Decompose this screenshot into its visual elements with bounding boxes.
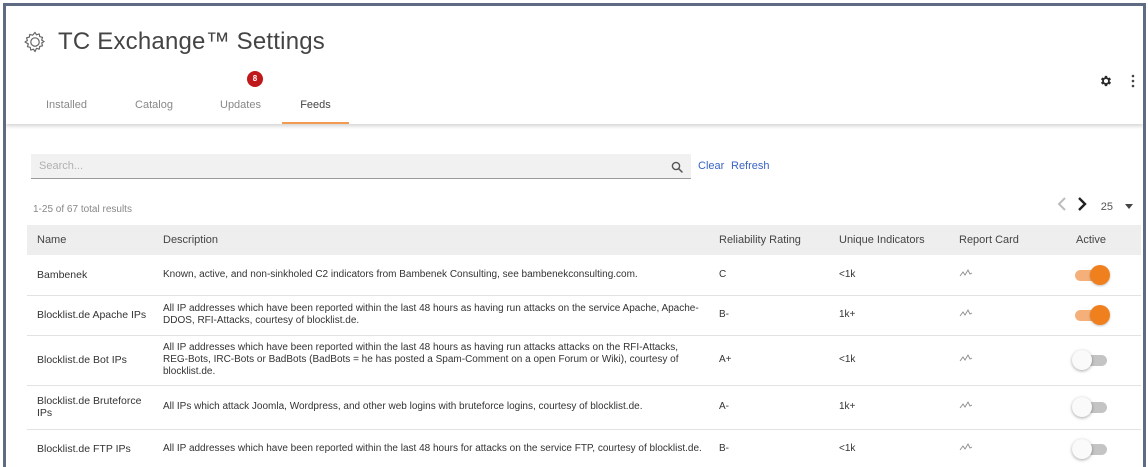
column-header-unique-indicators[interactable]: Unique Indicators [829, 225, 949, 255]
feed-description: All IP addresses which have been reporte… [163, 342, 679, 377]
table-row: Bambenek Known, active, and non-sinkhole… [27, 255, 1141, 295]
column-header-active[interactable]: Active [1041, 225, 1141, 255]
search-input[interactable] [31, 154, 659, 178]
clear-link[interactable]: Clear [698, 160, 724, 172]
tab-feeds[interactable]: Feeds [282, 86, 349, 124]
page-size-select[interactable]: 25 [1101, 201, 1133, 213]
tab-updates[interactable]: Updates 8 [199, 72, 282, 124]
feed-name: Blocklist.de Apache IPs [37, 309, 147, 321]
chevron-right-icon[interactable] [1075, 196, 1089, 217]
tab-catalog[interactable]: Catalog [109, 86, 199, 124]
feed-unique-indicators: <1k [839, 354, 856, 365]
feed-name: Bambenek [37, 268, 88, 281]
app-window: TC Exchange™ Settings Installed Catalog … [3, 3, 1146, 467]
active-toggle[interactable] [1072, 438, 1110, 460]
feed-reliability: A- [719, 401, 729, 412]
feed-reliability: B- [719, 309, 729, 320]
pagination: 25 [1055, 196, 1133, 217]
table-header-row: Name Description Reliability Rating Uniq… [27, 225, 1141, 255]
search-box [31, 154, 691, 179]
toggle-knob [1072, 439, 1092, 459]
feed-description: All IP addresses which have been reporte… [163, 303, 699, 326]
page-title: TC Exchange™ Settings [58, 28, 325, 55]
page-header: TC Exchange™ Settings Installed Catalog … [6, 6, 1143, 124]
chevron-left-icon[interactable] [1055, 196, 1069, 217]
feeds-table: Name Description Reliability Rating Uniq… [27, 225, 1141, 467]
title-row: TC Exchange™ Settings [24, 28, 325, 56]
gear-icon[interactable] [1099, 74, 1113, 93]
page-size-value: 25 [1100, 200, 1113, 213]
feed-name: Blocklist.de Bruteforce IPs [37, 395, 142, 419]
refresh-link[interactable]: Refresh [731, 160, 770, 172]
feed-name: Blocklist.de FTP IPs [37, 443, 131, 455]
active-toggle[interactable] [1072, 396, 1110, 418]
table-row: Blocklist.de Apache IPs All IP addresses… [27, 295, 1141, 335]
feed-reliability: A+ [719, 354, 732, 365]
report-card-icon[interactable] [959, 353, 973, 367]
column-header-name[interactable]: Name [27, 225, 153, 255]
toggle-knob [1072, 350, 1092, 370]
column-header-report-card[interactable]: Report Card [949, 225, 1041, 255]
report-card-icon[interactable] [959, 400, 973, 414]
active-toggle[interactable] [1072, 264, 1110, 286]
column-header-reliability[interactable]: Reliability Rating [709, 225, 829, 255]
feed-reliability: B- [719, 443, 729, 454]
gear-outline-icon [24, 31, 46, 53]
toggle-knob [1090, 264, 1110, 285]
feed-reliability: C [719, 268, 727, 280]
feed-description: All IPs which attack Joomla, Wordpress, … [163, 401, 643, 412]
column-header-description[interactable]: Description [153, 225, 709, 255]
tab-updates-label: Updates [220, 99, 261, 111]
feed-unique-indicators: 1k+ [839, 309, 856, 320]
feed-unique-indicators: <1k [839, 443, 856, 454]
results-count: 1-25 of 67 total results [33, 204, 132, 215]
active-toggle[interactable] [1072, 304, 1110, 326]
feed-description: Known, active, and non-sinkholed C2 indi… [163, 268, 638, 280]
search-icon[interactable] [671, 160, 683, 178]
updates-count-badge: 8 [248, 72, 262, 86]
table-row: Blocklist.de Bruteforce IPs All IPs whic… [27, 385, 1141, 429]
toggle-knob [1090, 305, 1110, 325]
feed-unique-indicators: <1k [839, 268, 856, 280]
report-card-icon[interactable] [959, 308, 973, 322]
tab-bar: Installed Catalog Updates 8 Feeds [24, 72, 349, 124]
header-actions [1099, 74, 1139, 93]
toggle-knob [1072, 397, 1092, 417]
kebab-menu-icon[interactable] [1131, 74, 1135, 93]
report-card-icon[interactable] [959, 268, 973, 282]
active-toggle[interactable] [1072, 349, 1110, 371]
feed-name: Blocklist.de Bot IPs [37, 354, 127, 366]
tab-installed[interactable]: Installed [24, 86, 109, 124]
table-row: Blocklist.de Bot IPs All IP addresses wh… [27, 335, 1141, 385]
feed-description: All IP addresses which have been reporte… [163, 443, 702, 454]
feed-unique-indicators: 1k+ [839, 401, 856, 412]
table-row: Blocklist.de FTP IPs All IP addresses wh… [27, 429, 1141, 467]
caret-down-icon [1125, 204, 1133, 209]
report-card-icon[interactable] [959, 442, 973, 456]
